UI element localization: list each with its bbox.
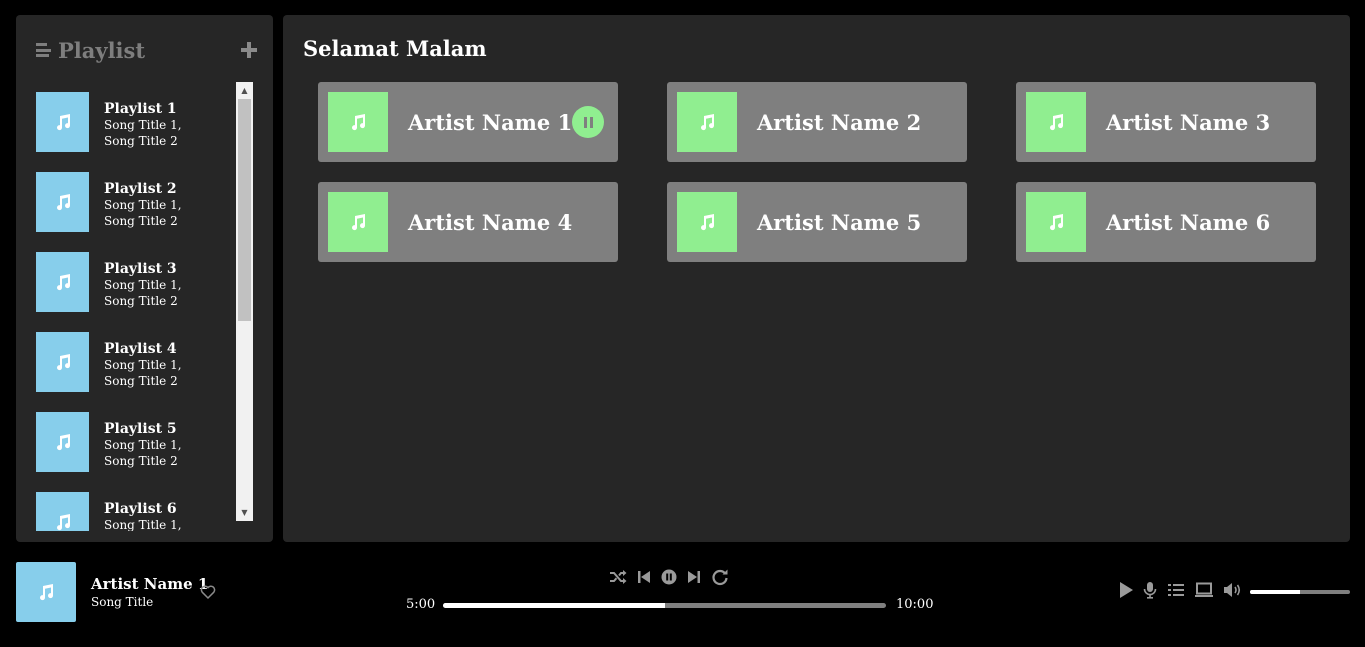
playlist-songs: Song Title 1, Song Title 2 — [104, 438, 182, 468]
playlist-name: Playlist 2 — [104, 181, 177, 197]
playlist-songs: Song Title 1, Song Title 2 — [104, 518, 182, 531]
queue-icon[interactable] — [1167, 582, 1185, 602]
playlist-text: Playlist 6Song Title 1, Song Title 2 — [104, 492, 214, 531]
playlist-text: Playlist 5 Song Title 1, Song Title 2 — [104, 412, 214, 492]
playlist-cover — [36, 492, 89, 531]
current-time: 5:00 — [406, 597, 436, 612]
greeting-title: Selamat Malam — [303, 36, 487, 61]
playlist-item[interactable]: Playlist 1 Song Title 1, Song Title 2 — [36, 92, 253, 172]
scroll-thumb[interactable] — [238, 99, 251, 321]
playlist-item[interactable]: Playlist 3 Song Title 1, Song Title 2 — [36, 252, 253, 332]
sidebar-title: Playlist — [58, 37, 146, 63]
playlist-name: Playlist 5 — [104, 421, 177, 437]
playlist-item[interactable]: Playlist 5 Song Title 1, Song Title 2 — [36, 412, 253, 492]
artist-pause-button[interactable] — [572, 106, 604, 138]
music-note-icon — [352, 114, 366, 131]
music-note-icon — [56, 434, 70, 451]
artist-name: Artist Name 1 — [408, 109, 573, 135]
previous-icon[interactable] — [637, 569, 651, 585]
playlist-name: Playlist 4 — [104, 341, 177, 357]
device-icon[interactable] — [1194, 582, 1214, 602]
artist-cover — [677, 92, 737, 152]
volume-slider[interactable] — [1250, 590, 1350, 594]
playlist-cover — [36, 412, 89, 472]
now-playing-artist[interactable]: Artist Name 1 — [91, 575, 208, 593]
playlist-text: Playlist 4 Song Title 1, Song Title 2 — [104, 332, 214, 412]
playlist-name: Playlist 1 — [104, 101, 177, 117]
like-button[interactable] — [200, 584, 216, 600]
artist-card[interactable]: Artist Name 3 — [1016, 82, 1316, 162]
playlist-item[interactable]: Playlist 4 Song Title 1, Song Title 2 — [36, 332, 253, 412]
playlist-name: Playlist 3 — [104, 261, 177, 277]
artist-card[interactable]: Artist Name 6 — [1016, 182, 1316, 262]
artist-card[interactable]: Artist Name 1 — [318, 82, 618, 162]
artist-name: Artist Name 4 — [408, 209, 573, 235]
next-icon[interactable] — [687, 569, 701, 585]
artist-card[interactable]: Artist Name 4 — [318, 182, 618, 262]
volume-icon[interactable] — [1223, 582, 1243, 602]
playlist-songs: Song Title 1, Song Title 2 — [104, 358, 182, 388]
playlist-cover — [36, 332, 89, 392]
main-panel: Selamat Malam Artist Name 1 Artist Name 2… — [283, 15, 1350, 542]
artist-name: Artist Name 2 — [757, 109, 922, 135]
playlist-songs: Song Title 1, Song Title 2 — [104, 278, 182, 308]
now-playing-cover[interactable] — [16, 562, 76, 622]
playlist-name: Playlist 6 — [104, 501, 177, 517]
playlist-list: Playlist 1 Song Title 1, Song Title 2 Play… — [36, 92, 253, 531]
pause-icon[interactable] — [661, 569, 677, 585]
playlist-text: Playlist 2 Song Title 1, Song Title 2 — [104, 172, 214, 252]
repeat-icon[interactable] — [711, 568, 729, 586]
artist-name: Artist Name 5 — [757, 209, 922, 235]
music-note-icon — [56, 194, 70, 211]
scroll-up-arrow[interactable]: ▲ — [236, 82, 253, 99]
playlist-item[interactable]: Playlist 6Song Title 1, Song Title 2 — [36, 492, 253, 531]
music-note-icon — [56, 514, 70, 531]
volume-fill — [1250, 590, 1300, 594]
playlist-cover — [36, 252, 89, 312]
shuffle-icon[interactable] — [609, 569, 627, 585]
music-note-icon — [56, 354, 70, 371]
list-icon — [36, 43, 51, 57]
music-note-icon — [1050, 214, 1064, 231]
microphone-icon[interactable] — [1143, 581, 1157, 603]
playback-controls — [609, 567, 729, 587]
music-note-icon — [40, 584, 54, 601]
playlist-songs: Song Title 1, Song Title 2 — [104, 198, 182, 228]
music-note-icon — [701, 214, 715, 231]
playlist-songs: Song Title 1, Song Title 2 — [104, 118, 182, 148]
playlist-list-container: Playlist 1 Song Title 1, Song Title 2 Play… — [36, 92, 253, 531]
artist-cover — [1026, 92, 1086, 152]
heart-icon — [200, 585, 216, 600]
music-note-icon — [701, 114, 715, 131]
extra-controls — [1118, 582, 1243, 602]
artist-name: Artist Name 6 — [1106, 209, 1271, 235]
music-note-icon — [1050, 114, 1064, 131]
playlist-item[interactable]: Playlist 2 Song Title 1, Song Title 2 — [36, 172, 253, 252]
artist-card[interactable]: Artist Name 2 — [667, 82, 967, 162]
progress-bar[interactable] — [443, 603, 886, 608]
artist-cover — [328, 192, 388, 252]
playlist-cover — [36, 172, 89, 232]
music-note-icon — [56, 274, 70, 291]
artist-name: Artist Name 3 — [1106, 109, 1271, 135]
music-note-icon — [352, 214, 366, 231]
playlist-scrollbar[interactable]: ▲ ▼ — [236, 82, 253, 521]
playlist-text: Playlist 3 Song Title 1, Song Title 2 — [104, 252, 214, 332]
now-playing-song[interactable]: Song Title — [91, 595, 153, 609]
artist-cover — [1026, 192, 1086, 252]
artist-card[interactable]: Artist Name 5 — [667, 182, 967, 262]
total-time: 10:00 — [896, 597, 934, 612]
scroll-down-arrow[interactable]: ▼ — [236, 504, 253, 521]
add-playlist-button[interactable] — [241, 42, 257, 58]
playlist-cover — [36, 92, 89, 152]
artist-cover — [677, 192, 737, 252]
playlist-text: Playlist 1 Song Title 1, Song Title 2 — [104, 92, 214, 172]
play-icon[interactable] — [1118, 581, 1134, 603]
progress-fill — [443, 603, 665, 608]
music-note-icon — [56, 114, 70, 131]
artist-cover — [328, 92, 388, 152]
sidebar-header: Playlist — [36, 37, 257, 63]
